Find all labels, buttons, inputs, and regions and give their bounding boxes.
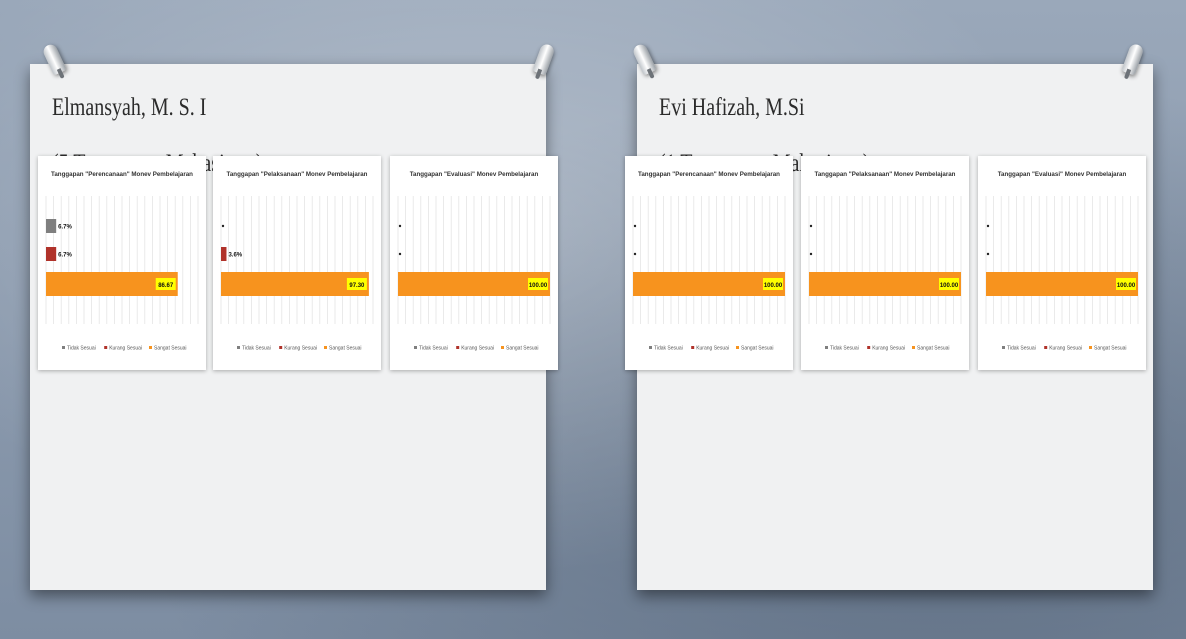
chart-title: Tanggapan "Pelaksanaan" Monev Pembelajar…: [815, 171, 956, 178]
chart-svg: Tanggapan "Pelaksanaan" Monev Pembelajar…: [220, 171, 374, 352]
zero-marker: [398, 252, 402, 256]
legend-label: Sangat Sesuai: [1094, 346, 1127, 352]
lecturer-name: Evi Hafizah, M.Si: [659, 94, 805, 121]
lecturer-name: Elmansyah, M. S. I: [52, 94, 207, 121]
zero-marker: [633, 252, 637, 256]
legend-label: Sangat Sesuai: [506, 346, 539, 352]
legend-swatch: [237, 346, 240, 349]
data-label: 6.7%: [58, 225, 72, 231]
legend-swatch: [501, 346, 504, 349]
zero-marker: [986, 252, 990, 256]
zero-marker: [986, 224, 990, 228]
data-label: 97.30: [349, 283, 365, 289]
chart-svg: Tanggapan "Perencanaan" Monev Pembelajar…: [45, 171, 199, 352]
data-label: 3.6%: [228, 253, 242, 259]
bar-2: [398, 272, 550, 296]
legend-swatch: [104, 346, 108, 349]
zero-marker: [398, 224, 402, 228]
bar-2: [809, 272, 961, 296]
chart-title: Tanggapan "Perencanaan" Monev Pembelajar…: [638, 171, 780, 178]
legend-swatch: [1002, 346, 1005, 349]
legend-swatch: [149, 346, 152, 349]
chart-svg: Tanggapan "Evaluasi" Monev Pembelajaran 1…: [397, 171, 551, 352]
chart-card: Tanggapan "Pelaksanaan" Monev Pembelajar…: [801, 156, 969, 370]
legend-label: Tidak Sesuai: [242, 346, 271, 352]
chart-card: Tanggapan "Perencanaan" Monev Pembelajar…: [38, 156, 206, 370]
legend-label: Kurang Sesuai: [461, 346, 494, 352]
chart-svg: Tanggapan "Evaluasi" Monev Pembelajaran 1…: [985, 171, 1139, 352]
legend-label: Sangat Sesuai: [329, 346, 362, 352]
legend-swatch: [649, 346, 652, 349]
legend-swatch: [1089, 346, 1092, 349]
legend-label: Kurang Sesuai: [696, 346, 729, 352]
legend-swatch: [867, 346, 871, 349]
legend-label: Sangat Sesuai: [741, 346, 774, 352]
chart-title: Tanggapan "Evaluasi" Monev Pembelajaran: [410, 171, 539, 178]
legend-swatch: [414, 346, 417, 349]
bar-2: [221, 272, 369, 296]
legend-swatch: [912, 346, 915, 349]
data-label: 100.00: [1117, 283, 1136, 289]
data-label: 6.7%: [58, 253, 72, 259]
chart-svg: Tanggapan "Perencanaan" Monev Pembelajar…: [632, 171, 786, 352]
chart-card: Tanggapan "Evaluasi" Monev Pembelajaran 1…: [390, 156, 558, 370]
legend-label: Tidak Sesuai: [830, 346, 859, 352]
chart-title: Tanggapan "Pelaksanaan" Monev Pembelajar…: [227, 171, 368, 178]
zero-marker: [809, 224, 813, 228]
legend-label: Kurang Sesuai: [109, 346, 142, 352]
data-label: 100.00: [940, 283, 959, 289]
legend-swatch: [62, 346, 65, 349]
bar-2: [633, 272, 785, 296]
legend-swatch: [1044, 346, 1048, 349]
legend-label: Kurang Sesuai: [284, 346, 317, 352]
chart-title: Tanggapan "Perencanaan" Monev Pembelajar…: [51, 171, 193, 178]
bar-2: [986, 272, 1138, 296]
chart-title: Tanggapan "Evaluasi" Monev Pembelajaran: [998, 171, 1127, 178]
push-pin-icon: [631, 42, 657, 76]
legend-label: Tidak Sesuai: [67, 346, 96, 352]
legend-label: Tidak Sesuai: [654, 346, 683, 352]
data-label: 100.00: [764, 283, 783, 289]
legend-label: Kurang Sesuai: [872, 346, 905, 352]
chart-card: Tanggapan "Pelaksanaan" Monev Pembelajar…: [213, 156, 381, 370]
chart-card: Tanggapan "Evaluasi" Monev Pembelajaran 1…: [978, 156, 1146, 370]
legend-label: Sangat Sesuai: [154, 346, 187, 352]
zero-marker: [221, 224, 225, 228]
zero-marker: [809, 252, 813, 256]
data-label: 100.00: [529, 283, 548, 289]
legend-swatch: [691, 346, 695, 349]
legend-label: Sangat Sesuai: [917, 346, 950, 352]
zero-marker: [633, 224, 637, 228]
legend-swatch: [825, 346, 828, 349]
legend-swatch: [736, 346, 739, 349]
chart-card: Tanggapan "Perencanaan" Monev Pembelajar…: [625, 156, 793, 370]
data-label: 86.67: [158, 283, 174, 289]
legend-label: Kurang Sesuai: [1049, 346, 1082, 352]
bar-1: [221, 247, 227, 261]
bar-0: [46, 219, 57, 233]
chart-svg: Tanggapan "Pelaksanaan" Monev Pembelajar…: [808, 171, 962, 352]
bar-1: [46, 247, 57, 261]
legend-label: Tidak Sesuai: [419, 346, 448, 352]
push-pin-icon: [532, 42, 556, 76]
legend-swatch: [456, 346, 460, 349]
legend-label: Tidak Sesuai: [1007, 346, 1036, 352]
legend-swatch: [279, 346, 283, 349]
legend-swatch: [324, 346, 327, 349]
